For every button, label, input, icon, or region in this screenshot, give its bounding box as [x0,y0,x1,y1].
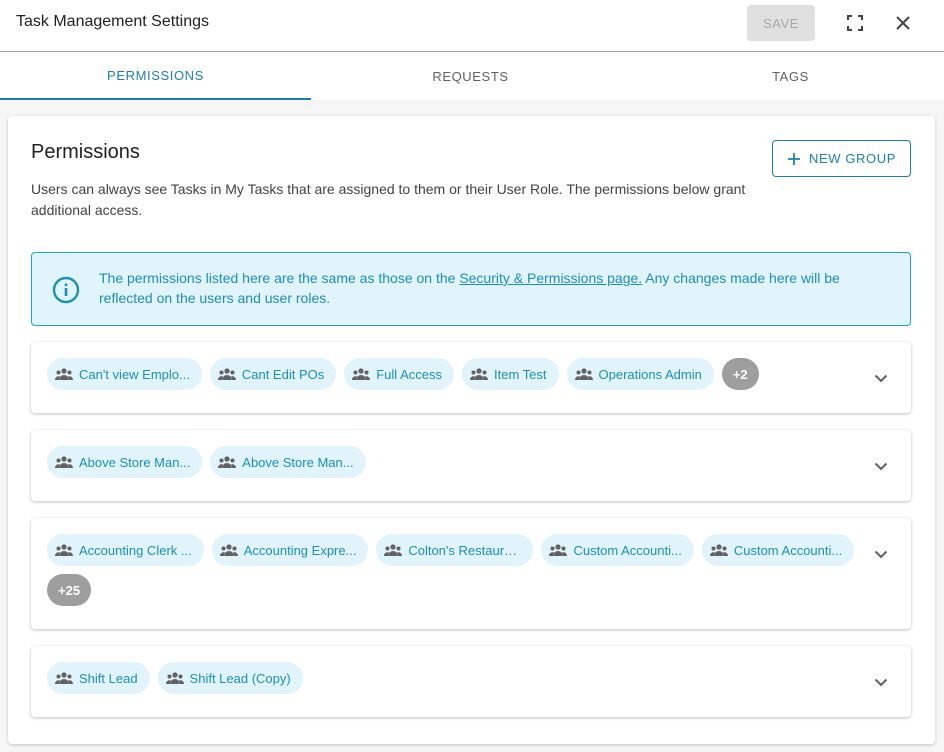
group-icon [382,539,405,561]
permission-group-1[interactable]: Can't view Emplo... Cant Edit POs Full A… [31,342,911,413]
group-icon [216,451,239,473]
new-group-button[interactable]: NEW GROUP [772,140,911,177]
role-chip[interactable]: Cant Edit POs [209,358,337,390]
role-chip[interactable]: Item Test [461,358,559,390]
group-icon [350,363,373,385]
dialog-title: Task Management Settings [16,13,209,30]
role-chip[interactable]: Full Access [344,358,454,390]
role-chip[interactable]: Colton's Restaura... [376,534,534,566]
dialog-header: Task Management Settings SAVE [0,0,944,52]
tab-permissions[interactable]: PERMISSIONS [0,52,311,100]
close-icon[interactable] [890,10,916,36]
security-permissions-link[interactable]: Security & Permissions page. [459,270,642,286]
group-icon [215,363,238,385]
group-icon [547,539,570,561]
info-text: The permissions listed here are the same… [99,268,889,308]
more-count-chip[interactable]: +25 [47,574,92,606]
new-group-label: NEW GROUP [808,151,896,166]
info-text-before: The permissions listed here are the same… [99,270,460,286]
more-count-chip[interactable]: +2 [721,358,759,390]
chevron-down-icon[interactable] [869,366,893,390]
chevron-down-icon[interactable] [869,454,893,478]
group-icon [467,363,490,385]
group-icon [53,363,75,385]
role-chip[interactable]: Accounting Clerk ... [47,534,204,566]
group-icon [707,539,730,561]
section-title: Permissions [31,141,140,163]
tab-bar: PERMISSIONS REQUESTS TAGS [0,52,944,100]
tab-requests[interactable]: REQUESTS [315,52,626,100]
permission-group-2[interactable]: Above Store Man... Above Store Man... [31,430,911,501]
role-chip[interactable]: Above Store Man... [47,446,203,478]
info-banner: The permissions listed here are the same… [31,252,911,326]
permission-group-3[interactable]: Accounting Clerk ... Accounting Expre...… [31,518,911,629]
chevron-down-icon[interactable] [869,670,893,694]
group-icon [53,539,75,561]
save-button[interactable]: SAVE [747,5,815,41]
role-chip[interactable]: Above Store Man... [210,446,366,478]
group-icon [572,363,595,385]
role-chip[interactable]: Can't view Emplo... [47,358,202,390]
role-chip[interactable]: Shift Lead [47,662,150,694]
role-chip[interactable]: Custom Accounti... [701,534,855,566]
chip-list: Can't view Emplo... Cant Edit POs Full A… [47,358,867,390]
role-chip[interactable]: Operations Admin [566,358,714,390]
plus-icon [787,152,800,165]
role-chip[interactable]: Accounting Expre... [211,534,369,566]
chevron-down-icon[interactable] [869,542,893,566]
group-icon [53,667,75,689]
section-description: Users can always see Tasks in My Tasks t… [31,181,746,218]
role-chip[interactable]: Custom Accounti... [541,534,694,566]
role-chip[interactable]: Shift Lead (Copy) [157,662,303,694]
fullscreen-icon[interactable] [842,10,868,36]
info-icon [52,276,80,309]
group-icon [217,539,240,561]
group-icon [53,451,75,473]
chip-list: Above Store Man... Above Store Man... [47,446,867,478]
chip-list: Accounting Clerk ... Accounting Expre...… [47,534,867,606]
permission-group-4[interactable]: Shift Lead Shift Lead (Copy) [31,646,911,717]
chip-list: Shift Lead Shift Lead (Copy) [47,662,867,694]
tab-tags[interactable]: TAGS [635,52,944,100]
group-icon [163,667,186,689]
